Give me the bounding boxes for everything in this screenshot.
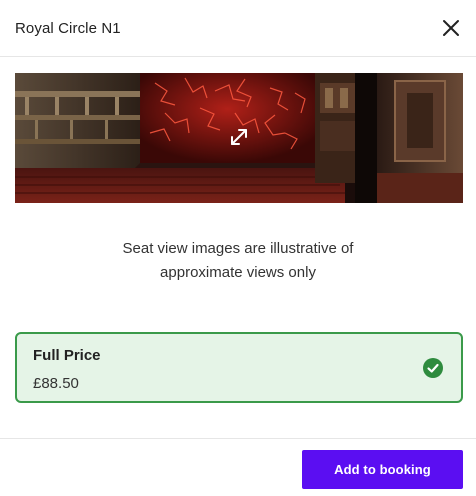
disclaimer-line-1: Seat view images are illustrative of xyxy=(122,240,354,257)
modal-title: Royal Circle N1 xyxy=(15,20,121,37)
seat-view-disclaimer: Seat view images are illustrative of app… xyxy=(0,237,476,285)
seat-view-modal: Royal Circle N1 Seat view images are ill… xyxy=(0,0,476,496)
close-icon[interactable] xyxy=(441,18,461,38)
disclaimer-line-2: approximate views only xyxy=(160,264,316,281)
modal-footer: Add to booking xyxy=(0,438,476,496)
seat-view-image[interactable] xyxy=(15,73,463,203)
price-option-full-price[interactable]: Full Price £88.50 xyxy=(15,332,463,403)
expand-icon[interactable] xyxy=(228,126,250,148)
modal-header: Royal Circle N1 xyxy=(0,0,476,57)
price-option-name: Full Price xyxy=(33,347,101,364)
add-to-booking-button[interactable]: Add to booking xyxy=(302,450,463,489)
check-circle-icon xyxy=(423,358,443,378)
price-option-amount: £88.50 xyxy=(33,375,79,392)
